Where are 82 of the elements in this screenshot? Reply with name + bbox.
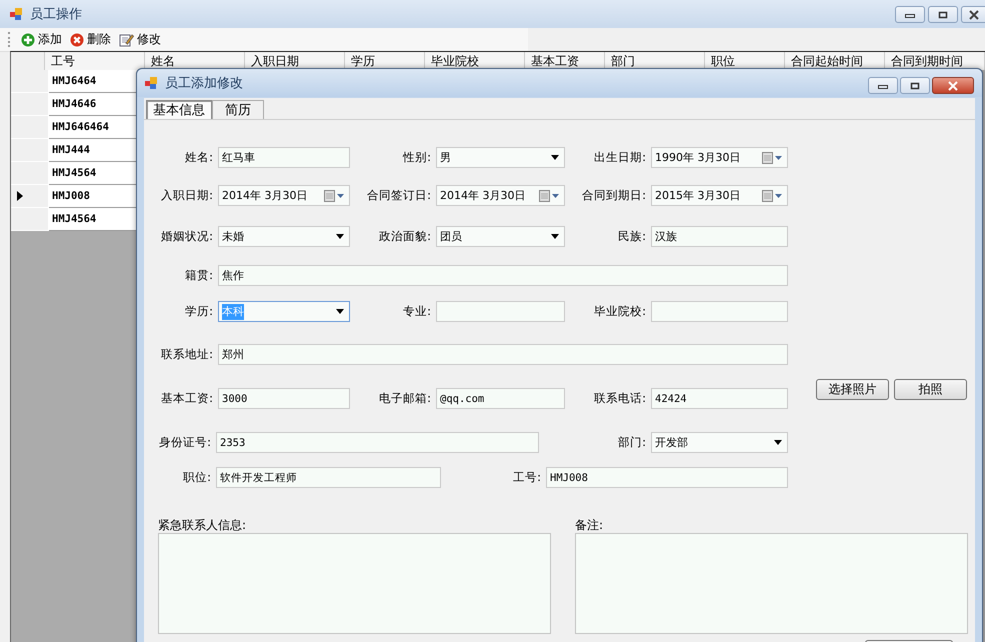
calendar-icon xyxy=(762,190,784,202)
text-field[interactable]: 软件开发工程师 xyxy=(216,467,441,488)
field-label: 民族: xyxy=(617,229,647,244)
toolbar-button[interactable]: 删除 xyxy=(67,30,114,49)
field-label: 姓名: xyxy=(184,150,214,165)
text-field[interactable]: 42424 xyxy=(651,388,788,409)
dropdown-arrow-icon xyxy=(336,234,344,239)
photo-button[interactable]: 选择照片 xyxy=(816,379,889,400)
calendar-icon xyxy=(539,190,561,202)
close-button[interactable] xyxy=(961,6,985,23)
text-field[interactable]: 红马車 xyxy=(218,147,350,168)
dropdown-field[interactable]: 团员 xyxy=(436,226,565,247)
tab[interactable]: 简历 xyxy=(212,100,264,119)
dropdown-arrow-icon xyxy=(551,234,559,239)
text-field[interactable]: 郑州 xyxy=(218,344,788,365)
window-title: 员工操作 xyxy=(30,6,82,23)
date-picker[interactable]: 2014年 3月30日 xyxy=(436,185,565,206)
toolbar-button[interactable]: 添加 xyxy=(18,30,65,49)
calendar-icon xyxy=(762,152,784,164)
dropdown-field[interactable]: 男 xyxy=(436,147,565,168)
text-field[interactable]: 汉族 xyxy=(651,226,788,247)
maximize-button[interactable] xyxy=(900,77,930,94)
text-area[interactable] xyxy=(575,533,968,634)
app-icon xyxy=(145,76,159,90)
maximize-icon xyxy=(910,82,920,90)
dropdown-arrow-icon xyxy=(774,440,782,445)
field-label: 联系电话: xyxy=(593,391,647,406)
toolbar-button[interactable]: 修改 xyxy=(116,30,164,49)
delete-icon xyxy=(70,32,84,46)
field-label: 工号: xyxy=(512,470,542,485)
dropdown-field[interactable]: 开发部 xyxy=(651,432,788,453)
text-field[interactable]: 焦作 xyxy=(218,265,788,286)
edit-icon xyxy=(119,32,134,47)
field-label: 电子邮箱: xyxy=(378,391,432,406)
field-label: 部门: xyxy=(617,435,647,450)
text-field[interactable] xyxy=(651,301,788,322)
field-label: 婚姻状况: xyxy=(160,229,214,244)
close-button[interactable] xyxy=(932,77,974,94)
field-label: 专业: xyxy=(402,304,432,319)
field-label: 基本工资: xyxy=(160,391,214,406)
field-label: 籍贯: xyxy=(184,268,214,283)
field-label: 政治面貌: xyxy=(378,229,432,244)
dropdown-arrow-icon xyxy=(551,155,559,160)
text-area[interactable] xyxy=(158,533,551,634)
date-picker[interactable]: 2015年 3月30日 xyxy=(651,185,788,206)
field-label: 入职日期: xyxy=(160,188,214,203)
text-field[interactable]: @qq.com xyxy=(436,388,565,409)
field-label: 性别: xyxy=(402,150,432,165)
field-label: 合同签订日: xyxy=(366,188,432,203)
field-label: 联系地址: xyxy=(160,347,214,362)
date-picker[interactable]: 1990年 3月30日 xyxy=(651,147,788,168)
toolbar-grip[interactable] xyxy=(8,32,12,47)
tab[interactable]: 基本信息 xyxy=(146,100,212,119)
field-label: 出生日期: xyxy=(593,150,647,165)
photo-button[interactable]: 拍照 xyxy=(894,379,967,400)
minimize-icon xyxy=(878,82,888,88)
text-field[interactable]: HMJ008 xyxy=(546,467,788,488)
text-field[interactable] xyxy=(436,301,565,322)
minimize-button[interactable] xyxy=(895,6,925,23)
date-picker[interactable]: 2014年 3月30日 xyxy=(218,185,350,206)
close-icon xyxy=(947,80,959,90)
field-label: 毕业院校: xyxy=(593,304,647,319)
minimize-button[interactable] xyxy=(868,77,898,94)
calendar-icon xyxy=(324,190,346,202)
maximize-button[interactable] xyxy=(928,6,958,23)
field-label: 身份证号: xyxy=(158,435,212,450)
dropdown-field[interactable]: 未婚 xyxy=(218,226,350,247)
text-field[interactable]: 3000 xyxy=(218,388,350,409)
field-label: 紧急联系人信息: xyxy=(158,518,248,532)
dialog-title: 员工添加修改 xyxy=(165,75,243,92)
maximize-icon xyxy=(938,10,948,18)
field-label: 备注: xyxy=(575,518,604,532)
text-field[interactable]: 2353 xyxy=(216,432,539,453)
field-label: 合同到期日: xyxy=(581,188,647,203)
dropdown-arrow-icon xyxy=(336,309,344,314)
field-label: 职位: xyxy=(182,470,212,485)
field-label: 学历: xyxy=(184,304,214,319)
current-row-icon xyxy=(17,191,23,201)
minimize-icon xyxy=(905,12,915,18)
plus-icon xyxy=(21,32,35,46)
app-icon xyxy=(10,7,24,21)
close-icon xyxy=(968,10,980,20)
